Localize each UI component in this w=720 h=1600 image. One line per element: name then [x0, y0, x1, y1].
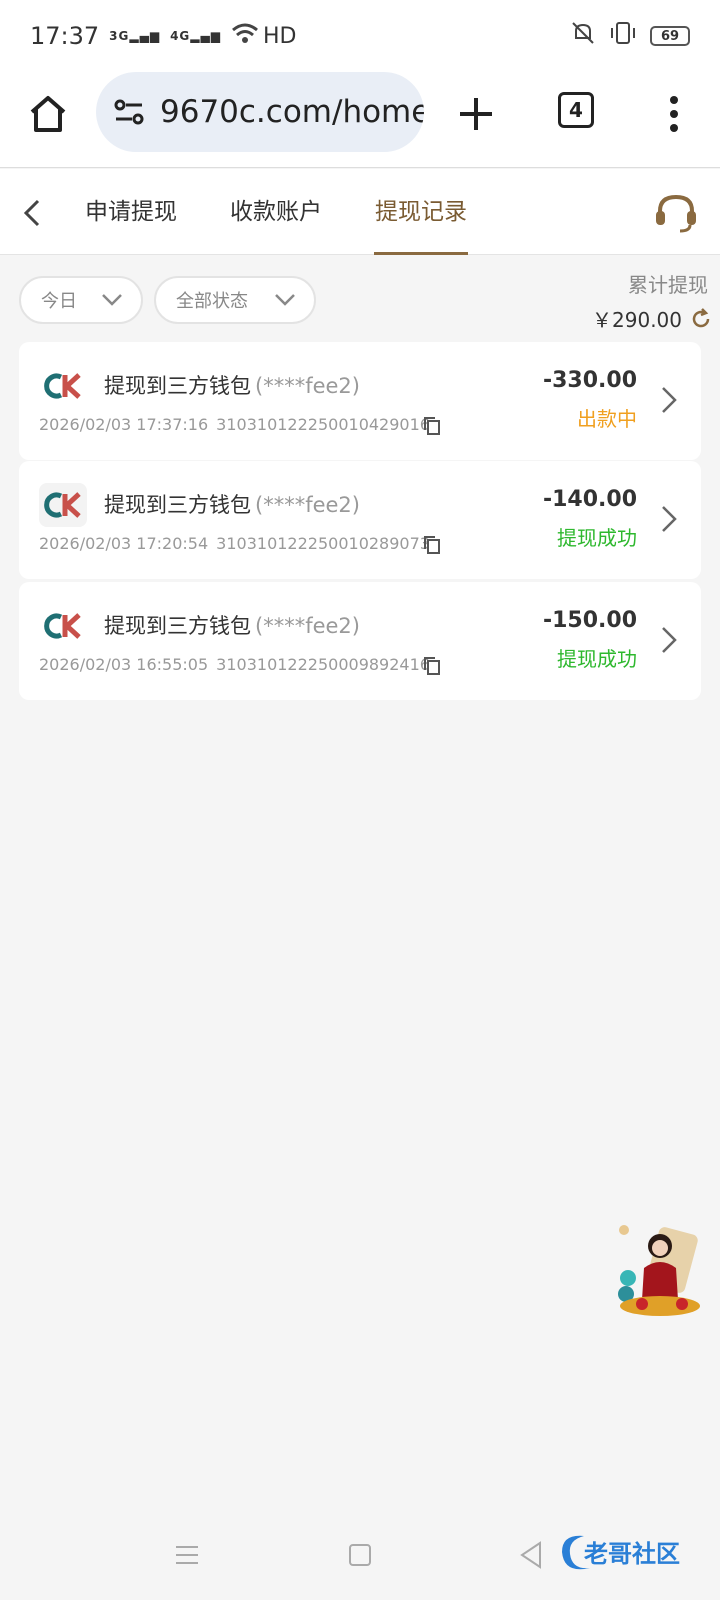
system-home-icon[interactable] — [349, 1544, 371, 1566]
record-title: 提现到三方钱包 (****fee2) — [104, 374, 360, 398]
record-title: 提现到三方钱包 (****fee2) — [104, 614, 360, 638]
chevron-right-icon[interactable] — [659, 503, 679, 535]
date-filter-dropdown[interactable]: 今日 — [19, 276, 143, 324]
status-filter-label: 全部状态 — [176, 291, 248, 312]
record-account: (****fee2) — [255, 614, 360, 638]
record-datetime: 2026/02/03 17:20:54 — [39, 534, 209, 553]
more-menu-icon[interactable] — [660, 90, 688, 138]
copy-icon[interactable] — [423, 416, 441, 436]
record-status: 出款中 — [577, 407, 637, 431]
address-bar[interactable]: 9670c.com/home — [96, 72, 424, 152]
record-amount: -140.00 — [542, 487, 637, 512]
chevron-right-icon[interactable] — [659, 624, 679, 656]
record-datetime: 2026/02/03 17:37:16 — [39, 415, 209, 434]
record-amount: -150.00 — [542, 608, 637, 633]
record-meta: 2026/02/03 17:20:54 310310122250010289073 — [39, 534, 430, 553]
copy-icon[interactable] — [423, 535, 441, 555]
record-title: 提现到三方钱包 (****fee2) — [104, 493, 360, 517]
ck-wallet-logo — [39, 604, 87, 648]
hd-label: HD — [262, 23, 297, 49]
total-withdraw-value: ￥290.00 — [592, 304, 712, 333]
signal-3g-icon: 3G▂▄▆ — [109, 29, 161, 43]
record-datetime: 2026/02/03 16:55:05 — [39, 655, 209, 674]
browser-toolbar: 9670c.com/home 4 — [0, 72, 720, 168]
chevron-down-icon — [102, 294, 122, 306]
tab-switcher-button[interactable]: 4 — [558, 92, 594, 128]
clock: 17:37 — [30, 22, 100, 50]
record-order-id: 310310122250009892416 — [216, 655, 430, 674]
customer-service-icon[interactable] — [652, 189, 700, 237]
copy-icon[interactable] — [423, 656, 441, 676]
site-settings-icon[interactable] — [112, 95, 146, 129]
new-tab-icon[interactable] — [452, 90, 500, 138]
floating-promo-widget[interactable] — [612, 1220, 708, 1320]
status-bar: 17:37 3G▂▄▆ 4G▂▄▆ HD 69 — [0, 0, 720, 72]
status-filter-dropdown[interactable]: 全部状态 — [154, 276, 316, 324]
tab-payee-account[interactable]: 收款账户 — [229, 169, 323, 255]
record-meta: 2026/02/03 16:55:05 310310122250009892416 — [39, 655, 430, 674]
record-meta: 2026/02/03 17:37:16 310310122250010429016 — [39, 415, 430, 434]
total-amount: ￥290.00 — [592, 308, 682, 332]
ck-wallet-logo — [39, 483, 87, 527]
tab-withdraw-records[interactable]: 提现记录 — [374, 169, 468, 255]
back-arrow-icon[interactable] — [16, 193, 50, 233]
battery-icon: 69 — [650, 26, 690, 46]
withdraw-record-card[interactable]: 提现到三方钱包 (****fee2) 2026/02/03 17:20:54 310… — [19, 461, 701, 579]
tab-apply-withdraw[interactable]: 申请提现 — [84, 169, 178, 255]
ck-wallet-logo — [39, 364, 87, 408]
record-amount: -330.00 — [542, 368, 637, 393]
record-order-id: 310310122250010429016 — [216, 415, 430, 434]
wifi-icon — [231, 23, 259, 50]
record-account: (****fee2) — [255, 493, 360, 517]
page-tabs: 申请提现 收款账户 提现记录 — [0, 169, 720, 255]
chevron-right-icon[interactable] — [659, 384, 679, 416]
total-withdraw-label: 累计提现 — [628, 273, 708, 297]
chevron-down-icon — [275, 294, 295, 306]
recent-apps-icon[interactable] — [174, 1542, 200, 1568]
record-account: (****fee2) — [255, 374, 360, 398]
system-back-icon[interactable] — [518, 1540, 544, 1570]
record-status: 提现成功 — [557, 526, 637, 550]
mute-icon — [570, 20, 596, 52]
record-order-id: 310310122250010289073 — [216, 534, 430, 553]
record-status: 提现成功 — [557, 647, 637, 671]
vibrate-icon — [608, 20, 638, 52]
watermark-text: 老哥社区 — [584, 1540, 680, 1568]
signal-4g-icon: 4G▂▄▆ — [170, 29, 221, 43]
url-text: 9670c.com/home — [160, 94, 424, 130]
watermark-logo: 老哥社区 — [562, 1535, 680, 1570]
withdraw-record-card[interactable]: 提现到三方钱包 (****fee2) 2026/02/03 17:37:16 310… — [19, 342, 701, 460]
date-filter-label: 今日 — [41, 291, 77, 312]
home-icon[interactable] — [24, 90, 72, 138]
refresh-icon[interactable] — [690, 307, 712, 330]
withdraw-record-card[interactable]: 提现到三方钱包 (****fee2) 2026/02/03 16:55:05 310… — [19, 582, 701, 700]
